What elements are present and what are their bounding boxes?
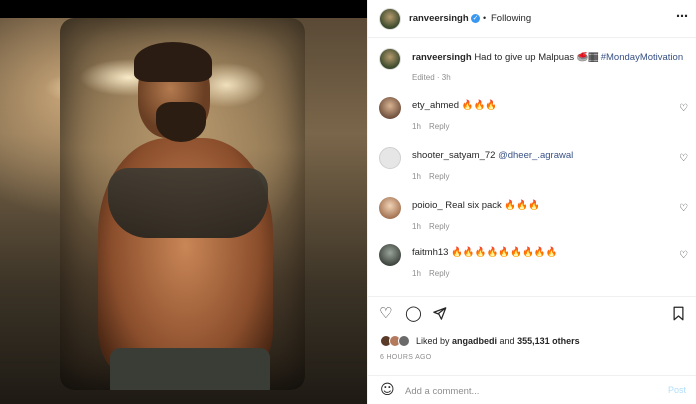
emoji-icon[interactable]: ☺ bbox=[380, 382, 395, 398]
verified-badge-icon: ✓ bbox=[471, 14, 480, 23]
comment-username[interactable]: shooter_satyam_72 bbox=[412, 150, 495, 161]
reply-button[interactable]: Reply bbox=[429, 172, 449, 181]
photo-figure-beard bbox=[156, 102, 206, 142]
liker-username[interactable]: angadbedi bbox=[452, 336, 497, 346]
comment-body: 🔥🔥🔥🔥🔥🔥🔥🔥🔥 bbox=[451, 247, 558, 258]
post-photo[interactable] bbox=[60, 18, 305, 390]
likes-count[interactable]: 355,131 others bbox=[517, 336, 580, 346]
reply-button[interactable]: Reply bbox=[429, 122, 449, 131]
likes-middle: and bbox=[497, 336, 518, 346]
comment-icon[interactable]: ◯ bbox=[405, 304, 422, 322]
caption-hashtag[interactable]: #MondayMotivation bbox=[601, 52, 683, 63]
reply-button[interactable]: Reply bbox=[429, 269, 449, 278]
comment-username[interactable]: faitmh13 bbox=[412, 247, 448, 258]
more-options-icon[interactable]: ⋯ bbox=[676, 9, 688, 23]
comment-username[interactable]: poioio_ bbox=[412, 200, 443, 211]
commenter-avatar[interactable] bbox=[379, 97, 401, 119]
photo-figure-hair bbox=[134, 42, 212, 82]
comment-time: 1h bbox=[412, 172, 421, 181]
caption: ranveersingh Had to give up Malpuas 🥌🏾 #… bbox=[412, 52, 683, 63]
comment-like-heart-icon[interactable]: ♡ bbox=[679, 250, 688, 261]
commenter-avatar[interactable] bbox=[379, 244, 401, 266]
photo-figure-shorts bbox=[110, 348, 270, 390]
comment-body: 🔥🔥🔥 bbox=[461, 100, 498, 111]
comment-time: 1h bbox=[412, 269, 421, 278]
comment-like-heart-icon[interactable]: ♡ bbox=[679, 203, 688, 214]
reply-button[interactable]: Reply bbox=[429, 222, 449, 231]
comment-time: 1h bbox=[412, 222, 421, 231]
caption-avatar[interactable] bbox=[379, 48, 401, 70]
comment-time: 1h bbox=[412, 122, 421, 131]
post-media[interactable] bbox=[0, 0, 367, 404]
comment-like-heart-icon[interactable]: ♡ bbox=[679, 153, 688, 164]
author-avatar[interactable] bbox=[379, 8, 401, 30]
caption-username[interactable]: ranveersingh bbox=[412, 52, 472, 63]
comment-mention[interactable]: @dheer_.agrawal bbox=[498, 150, 573, 161]
caption-body: Had to give up Malpuas 🥌🏾 bbox=[474, 52, 601, 63]
comment-text: ety_ahmed 🔥🔥🔥 bbox=[412, 100, 497, 111]
following-button[interactable]: Following bbox=[491, 13, 531, 24]
comment-username[interactable]: ety_ahmed bbox=[412, 100, 459, 111]
post-header: ranveersingh ✓ • Following ⋯ bbox=[368, 0, 696, 38]
separator-dot: • bbox=[483, 13, 487, 23]
bookmark-icon[interactable] bbox=[672, 306, 685, 321]
comment-body: Real six pack 🔥🔥🔥 bbox=[445, 200, 540, 211]
photo-figure-shirt bbox=[108, 168, 268, 238]
commenter-avatar[interactable] bbox=[379, 147, 401, 169]
comment-like-heart-icon[interactable]: ♡ bbox=[679, 103, 688, 114]
share-icon[interactable] bbox=[432, 306, 447, 321]
add-comment-bar: ☺ Post bbox=[368, 375, 696, 404]
post-sidebar: ranveersingh ✓ • Following ⋯ ranveersing… bbox=[367, 0, 696, 404]
liker-avatar bbox=[398, 335, 410, 347]
post-comment-button[interactable]: Post bbox=[668, 385, 686, 395]
likes-prefix: Liked by bbox=[416, 336, 453, 346]
commenter-avatar[interactable] bbox=[379, 197, 401, 219]
comment-text: faitmh13 🔥🔥🔥🔥🔥🔥🔥🔥🔥 bbox=[412, 247, 558, 258]
post-timestamp: 6 HOURS AGO bbox=[380, 354, 432, 361]
likes-summary[interactable]: Liked by angadbedi and 355,131 others bbox=[416, 336, 580, 346]
comment-text: poioio_ Real six pack 🔥🔥🔥 bbox=[412, 200, 540, 211]
author-username[interactable]: ranveersingh bbox=[409, 13, 469, 24]
comment-input[interactable] bbox=[405, 383, 635, 399]
heart-icon[interactable]: ♡ bbox=[379, 304, 392, 322]
caption-meta: Edited · 3h bbox=[412, 73, 451, 82]
comment-text: shooter_satyam_72 @dheer_.agrawal bbox=[412, 150, 573, 161]
action-bar: ♡ ◯ Liked by angadbedi and 355,131 other… bbox=[368, 296, 696, 404]
